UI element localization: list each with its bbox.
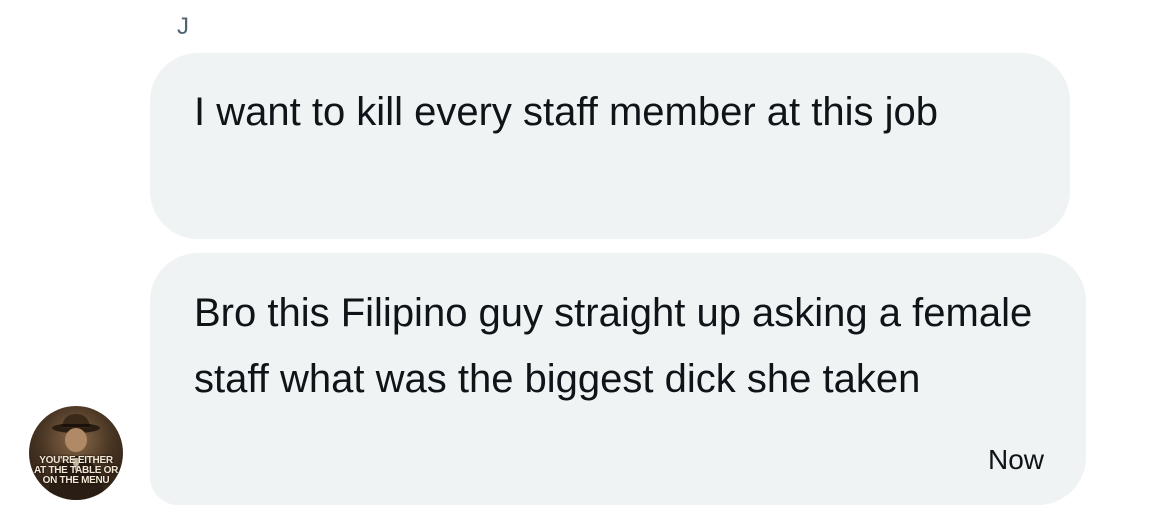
- avatar-caption-line: ON THE MENU: [42, 475, 110, 486]
- message-timestamp: Now: [987, 444, 1044, 475]
- avatar-caption: YOU'RE EITHER AT THE TABLE OR ON THE MEN…: [29, 456, 123, 486]
- sender-name: J: [177, 13, 189, 40]
- message-bubble[interactable]: I want to kill every staff member at thi…: [150, 53, 1070, 239]
- message-text: Bro this Filipino guy straight up asking…: [194, 291, 1033, 401]
- avatar[interactable]: YOU'RE EITHER AT THE TABLE OR ON THE MEN…: [29, 406, 123, 500]
- message-bubble[interactable]: Bro this Filipino guy straight up asking…: [150, 253, 1086, 505]
- message-text: I want to kill every staff member at thi…: [194, 90, 939, 134]
